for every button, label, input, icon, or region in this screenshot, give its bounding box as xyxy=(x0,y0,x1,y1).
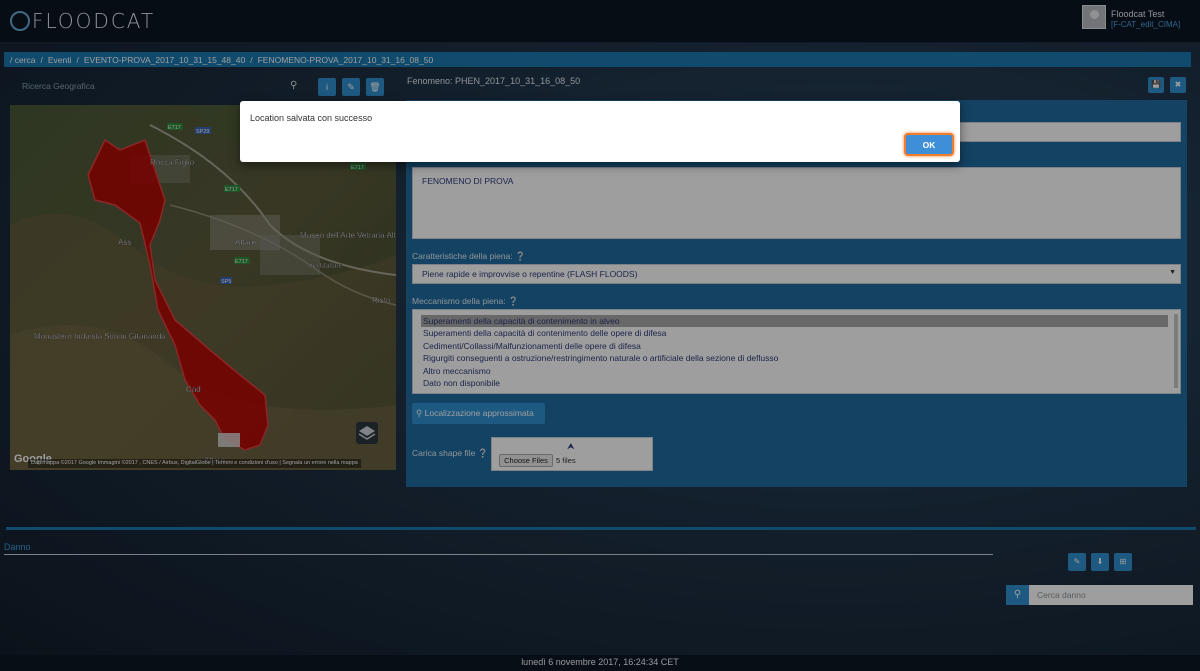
dialog-message: Location salvata con successo xyxy=(250,113,373,123)
ok-button[interactable]: OK xyxy=(904,133,954,156)
alert-dialog: Location salvata con successo OK xyxy=(240,101,960,162)
